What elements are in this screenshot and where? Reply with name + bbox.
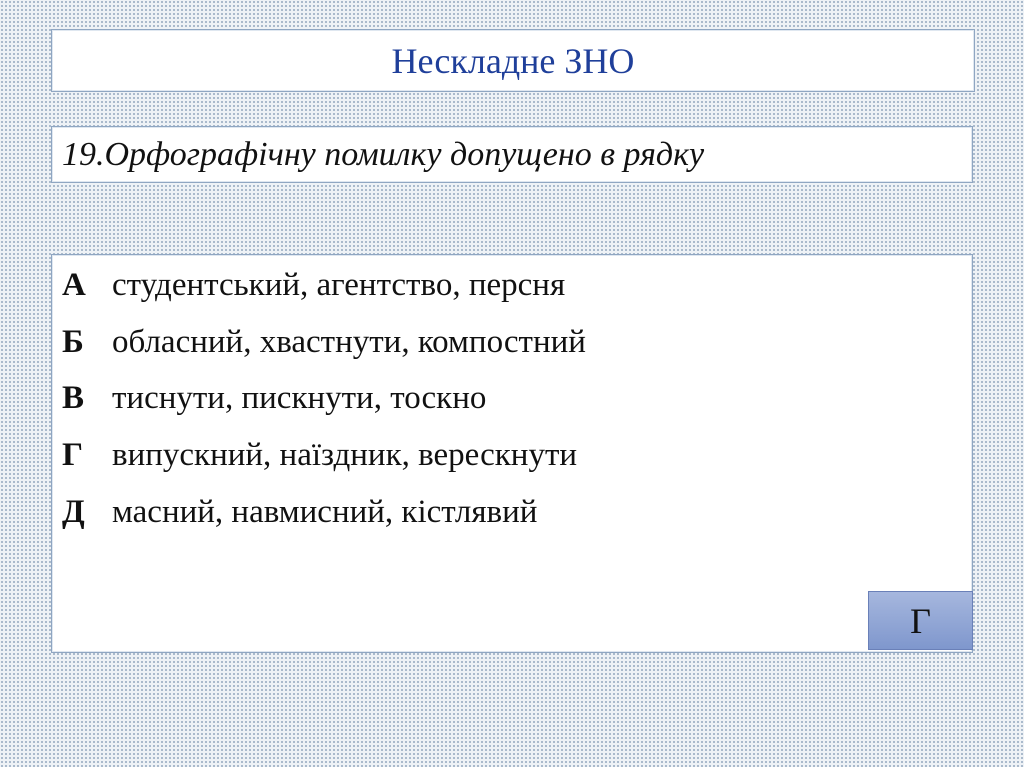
option-letter: В [62, 380, 85, 416]
option-letter: Г [62, 437, 83, 473]
question-text: 19.Орфографічну помилку допущено в рядку [62, 135, 705, 173]
option-text: випускний, наїздник, верескнути [112, 437, 578, 473]
title-panel: Нескладне ЗНО [51, 29, 975, 92]
option-text: обласний, хвастнути, компостний [112, 324, 586, 360]
option-v: Втиснути, пискнути, тоскно [62, 382, 486, 415]
option-a: Астудентський, агентство, персня [62, 269, 565, 302]
option-letter: Д [62, 494, 85, 530]
page-title: Нескладне ЗНО [391, 40, 635, 81]
option-text: студентський, агентство, персня [112, 267, 566, 303]
option-b: Бобласний, хвастнути, компостний [62, 326, 586, 359]
option-d: Дмасний, навмисний, кістлявий [62, 496, 537, 529]
question-panel: 19.Орфографічну помилку допущено в рядку [51, 126, 973, 183]
answer-button[interactable]: Г [868, 591, 973, 650]
option-text: масний, навмисний, кістлявий [112, 494, 538, 530]
option-g: Гвипускний, наїздник, верескнути [62, 439, 577, 472]
option-letter: Б [62, 324, 84, 360]
options-panel: Астудентський, агентство, персня Бобласн… [51, 254, 973, 653]
option-letter: А [62, 267, 86, 303]
option-text: тиснути, пискнути, тоскно [112, 380, 487, 416]
